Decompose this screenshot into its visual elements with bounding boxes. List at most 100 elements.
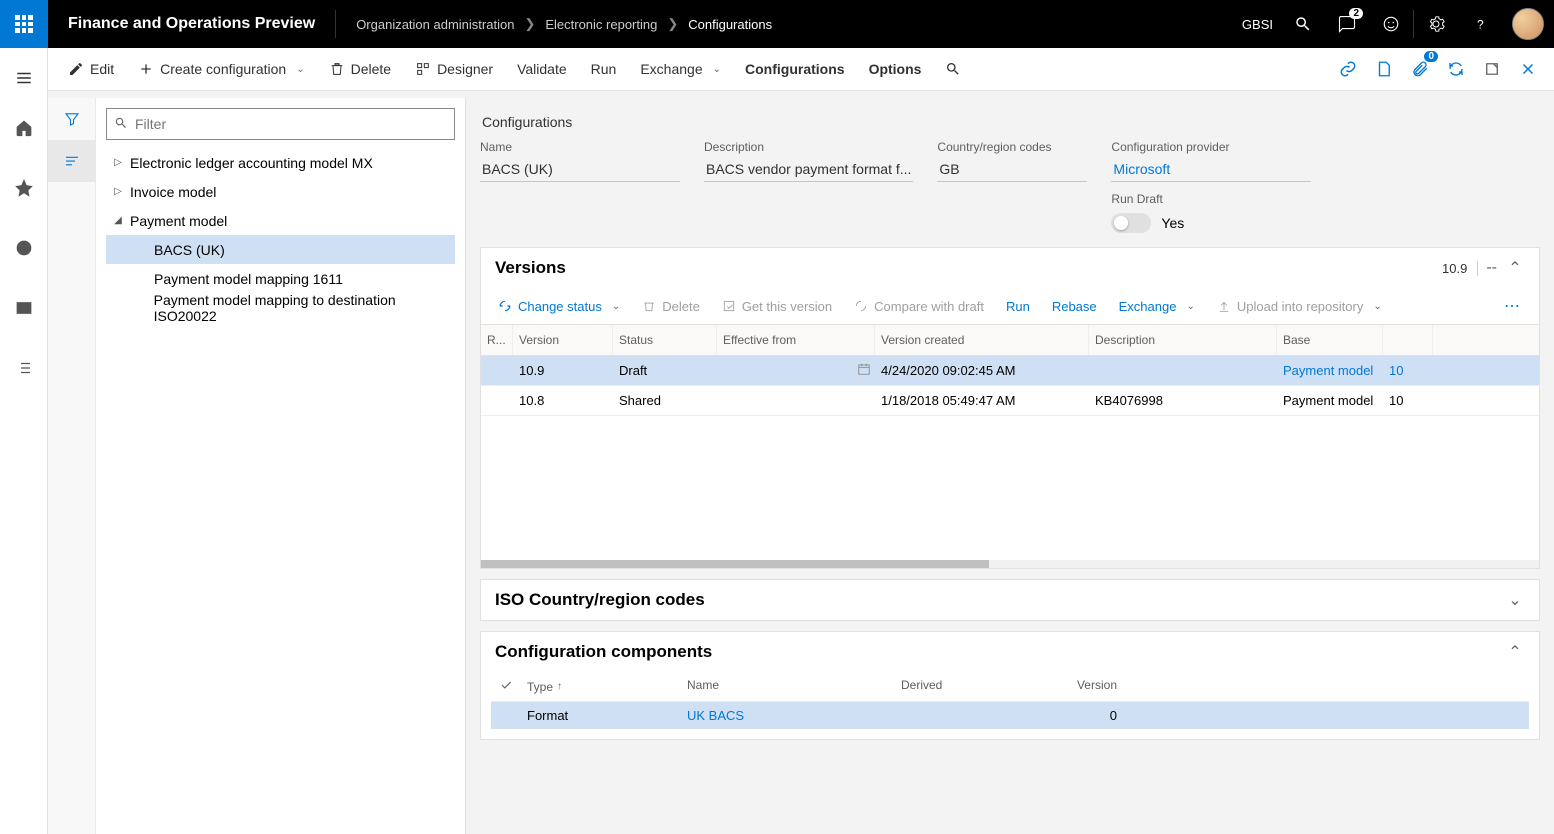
exchange-button[interactable]: Exchange⌄: [630, 55, 731, 83]
search-button[interactable]: [1281, 0, 1325, 48]
user-avatar[interactable]: [1512, 8, 1544, 40]
column-header[interactable]: Version: [1057, 678, 1117, 695]
document-button[interactable]: [1368, 53, 1400, 85]
chevron-down-icon: ⌄: [1186, 301, 1194, 312]
column-header[interactable]: Type↑: [527, 678, 687, 695]
tree-item[interactable]: ◢Payment model: [106, 206, 455, 235]
column-header[interactable]: Derived: [901, 678, 1057, 695]
tree-item[interactable]: Payment model mapping 1611: [106, 264, 455, 293]
configurations-button[interactable]: Configurations: [735, 55, 855, 83]
company-label[interactable]: GBSI: [1234, 17, 1281, 32]
column-header[interactable]: Version created: [875, 325, 1089, 355]
attachment-count-badge: 0: [1424, 51, 1438, 62]
run-draft-toggle[interactable]: [1111, 213, 1151, 233]
iso-header[interactable]: ISO Country/region codes ⌄: [481, 580, 1539, 620]
nav-workspaces[interactable]: [4, 288, 44, 328]
breadcrumb-item[interactable]: Electronic reporting: [545, 17, 657, 32]
country-field[interactable]: GB: [937, 157, 1087, 182]
tree-item-selected[interactable]: BACS (UK): [106, 235, 455, 264]
toggle-value: Yes: [1161, 215, 1184, 231]
designer-icon: [415, 61, 431, 77]
nav-modules[interactable]: [4, 348, 44, 388]
column-header[interactable]: R...: [481, 325, 513, 355]
change-status-button[interactable]: Change status⌄: [489, 294, 629, 319]
refresh-icon: [1447, 60, 1465, 78]
column-header[interactable]: Status: [613, 325, 717, 355]
column-header[interactable]: Description: [1089, 325, 1277, 355]
run-version-button[interactable]: Run: [997, 294, 1039, 319]
command-bar: Edit Create configuration⌄ Delete Design…: [48, 48, 1554, 91]
attachments-button[interactable]: 0: [1404, 53, 1436, 85]
column-header[interactable]: Base: [1277, 325, 1383, 355]
tree-item[interactable]: ▷Invoice model: [106, 177, 455, 206]
get-version-button[interactable]: Get this version: [713, 294, 841, 319]
compare-icon: [854, 299, 868, 313]
components-columns: Type↑ Name Derived Version: [491, 672, 1529, 702]
search-command-button[interactable]: [935, 55, 971, 83]
calendar-icon: [857, 362, 871, 376]
delete-button[interactable]: Delete: [319, 55, 401, 83]
tree-filter-input[interactable]: [106, 108, 455, 140]
grid-row-selected[interactable]: 10.9 Draft 4/24/2020 09:02:45 AM Payment…: [481, 356, 1539, 386]
run-button[interactable]: Run: [581, 55, 627, 83]
grid-row[interactable]: 10.8 Shared 1/18/2018 05:49:47 AM KB4076…: [481, 386, 1539, 416]
provider-link[interactable]: Microsoft: [1111, 157, 1311, 182]
help-button[interactable]: ?: [1458, 0, 1502, 48]
description-field[interactable]: BACS vendor payment format f...: [704, 157, 913, 182]
rebase-button[interactable]: Rebase: [1043, 294, 1106, 319]
refresh-button[interactable]: [1440, 53, 1472, 85]
search-icon: [114, 116, 128, 130]
nav-favorites[interactable]: [4, 168, 44, 208]
column-header[interactable]: Effective from: [717, 325, 875, 355]
popout-button[interactable]: [1476, 53, 1508, 85]
chevron-down-icon: ⌄: [1373, 301, 1381, 312]
upload-button[interactable]: Upload into repository⌄: [1208, 294, 1391, 319]
notification-badge: 2: [1349, 8, 1363, 19]
validate-button[interactable]: Validate: [507, 55, 577, 83]
versions-meta: 10.9: [1432, 261, 1478, 276]
delete-version-button[interactable]: Delete: [633, 294, 709, 319]
column-header[interactable]: [1383, 325, 1433, 355]
tree-item[interactable]: Payment model mapping to destination ISO…: [106, 293, 455, 322]
exchange-version-button[interactable]: Exchange⌄: [1110, 294, 1204, 319]
chevron-up-icon: ⌃: [1505, 642, 1525, 662]
document-icon: [1375, 60, 1393, 78]
versions-grid: R... Version Status Effective from Versi…: [481, 324, 1539, 568]
feedback-button[interactable]: [1369, 0, 1413, 48]
designer-button[interactable]: Designer: [405, 55, 503, 83]
components-header[interactable]: Configuration components ⌃: [481, 632, 1539, 672]
create-configuration-button[interactable]: Create configuration⌄: [128, 55, 314, 83]
base-link[interactable]: Payment model: [1277, 356, 1383, 385]
column-header[interactable]: Version: [513, 325, 613, 355]
horizontal-scrollbar[interactable]: [481, 560, 1539, 568]
breadcrumb-item-current: Configurations: [688, 17, 772, 32]
versions-header[interactable]: Versions 10.9 -- ⌃: [481, 248, 1539, 288]
list-icon: [15, 359, 33, 377]
column-header[interactable]: Name: [687, 678, 901, 695]
more-button[interactable]: ⋯: [1494, 292, 1531, 320]
name-field[interactable]: BACS (UK): [480, 157, 680, 182]
notifications-button[interactable]: 2: [1325, 0, 1369, 48]
filter-toggle[interactable]: [48, 98, 96, 140]
home-icon: [15, 119, 33, 137]
app-launcher-button[interactable]: [0, 0, 48, 48]
app-title: Finance and Operations Preview: [48, 15, 335, 33]
options-button[interactable]: Options: [859, 55, 932, 83]
breadcrumb-item[interactable]: Organization administration: [356, 17, 514, 32]
link-button[interactable]: [1332, 53, 1364, 85]
tree-item[interactable]: ▷Electronic ledger accounting model MX: [106, 148, 455, 177]
components-row[interactable]: Format UK BACS 0: [491, 702, 1529, 729]
sort-asc-icon: ↑: [557, 681, 562, 692]
hamburger-button[interactable]: [4, 58, 44, 98]
nav-home[interactable]: [4, 108, 44, 148]
compare-button[interactable]: Compare with draft: [845, 294, 993, 319]
settings-button[interactable]: [1414, 0, 1458, 48]
lines-toggle[interactable]: [48, 140, 96, 182]
close-button[interactable]: [1512, 53, 1544, 85]
edit-button[interactable]: Edit: [58, 55, 124, 83]
component-name-link[interactable]: UK BACS: [687, 708, 901, 723]
link-icon: [1339, 60, 1357, 78]
chevron-down-icon: ⌄: [1505, 590, 1525, 610]
trash-icon: [329, 61, 345, 77]
nav-recent[interactable]: [4, 228, 44, 268]
